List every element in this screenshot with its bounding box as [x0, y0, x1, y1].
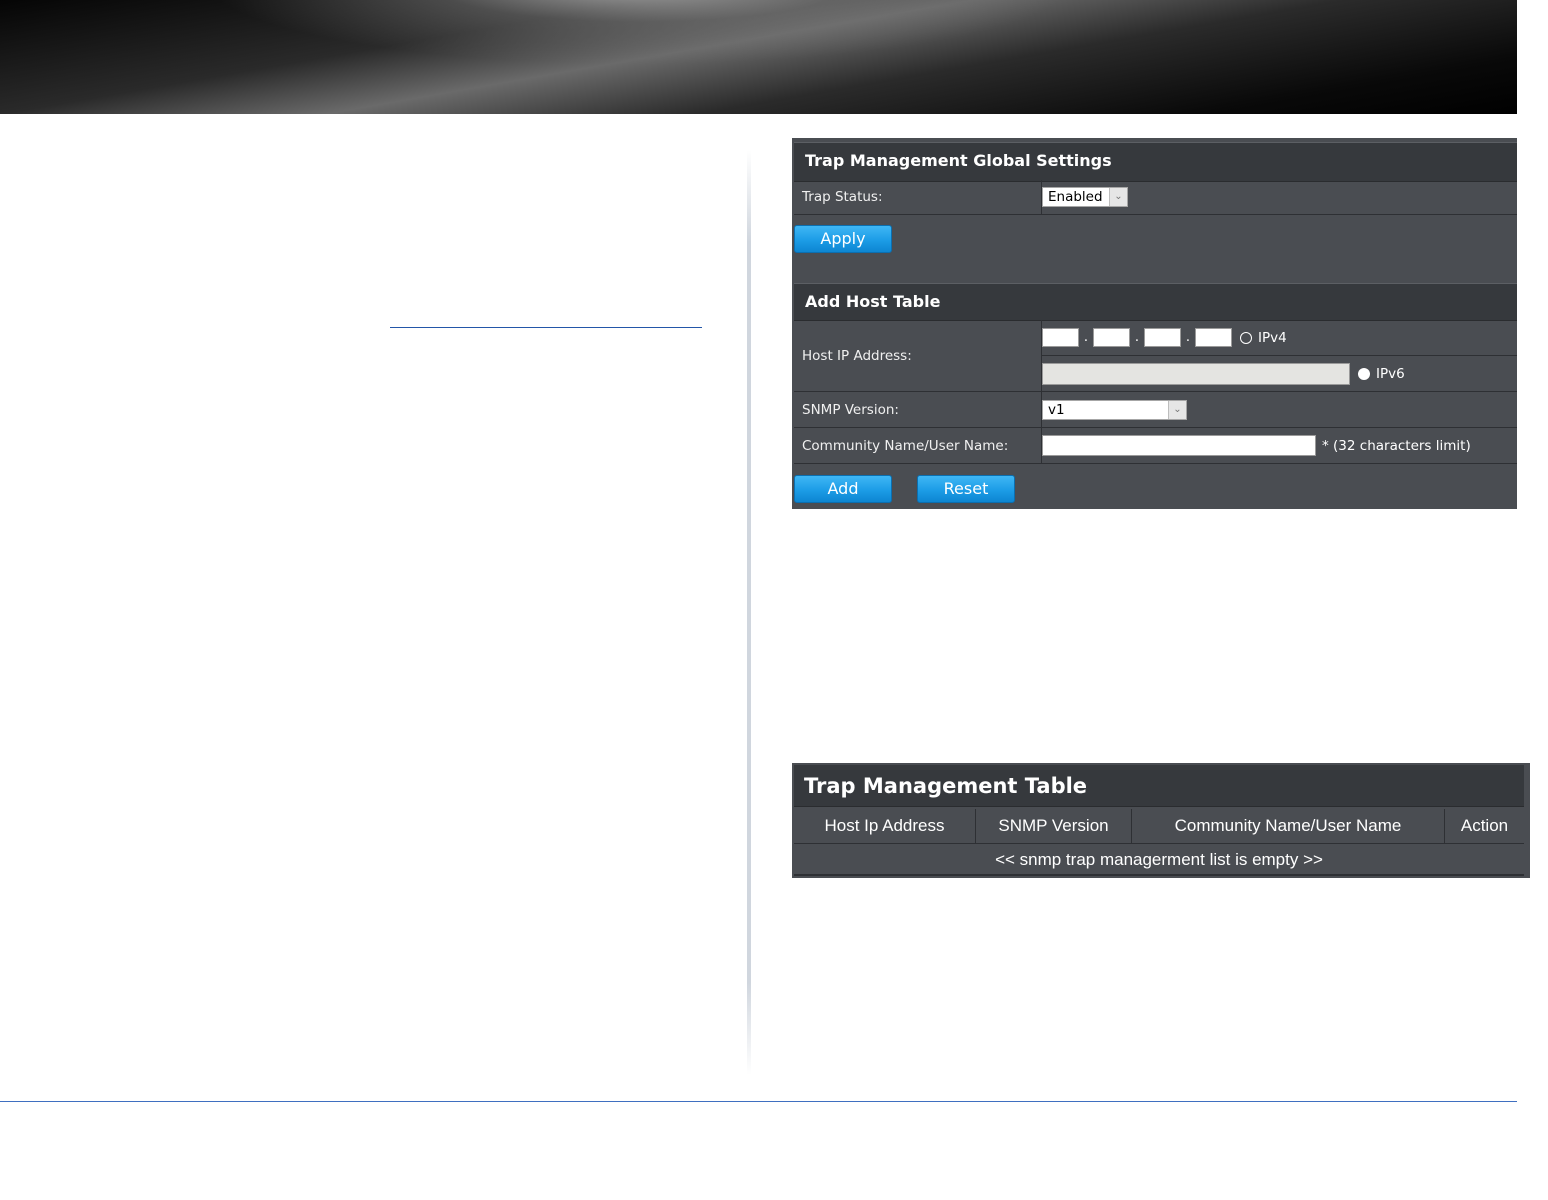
trap-status-label: Trap Status:	[794, 180, 1042, 214]
column-divider	[747, 150, 751, 1075]
reset-button[interactable]: Reset	[917, 475, 1015, 503]
host-ip-row: Host IP Address: . . . IPv4 IPv6	[794, 320, 1517, 392]
ip-separator: .	[1083, 330, 1089, 345]
ip-separator: .	[1134, 330, 1140, 345]
trap-table-title: Trap Management Table	[794, 765, 1524, 807]
trap-status-value: Enabled	[1048, 189, 1103, 205]
ipv4-octet-1[interactable]	[1042, 328, 1079, 347]
ipv4-line: . . . IPv4	[1042, 320, 1517, 356]
ipv4-octet-3[interactable]	[1144, 328, 1181, 347]
snmp-version-select[interactable]: v1 ⌄	[1042, 399, 1187, 420]
page-banner	[0, 0, 1517, 114]
community-row: Community Name/User Name: * (32 characte…	[794, 428, 1517, 464]
apply-button[interactable]: Apply	[794, 225, 892, 253]
host-ip-label: Host IP Address:	[794, 320, 1042, 391]
community-limit-note: * (32 characters limit)	[1322, 437, 1471, 454]
trap-status-row: Trap Status: Enabled ⌄	[794, 180, 1517, 215]
ipv6-input[interactable]	[1042, 362, 1350, 385]
ip-separator: .	[1185, 330, 1191, 345]
chevron-down-icon: ⌄	[1109, 188, 1127, 206]
trap-table-header: Host Ip Address SNMP Version Community N…	[794, 809, 1524, 844]
ipv4-label: IPv4	[1258, 329, 1287, 346]
trap-status-select[interactable]: Enabled ⌄	[1042, 187, 1128, 207]
col-snmp-version: SNMP Version	[976, 809, 1132, 843]
trap-settings-panel: Trap Management Global Settings Trap Sta…	[792, 138, 1517, 509]
add-button[interactable]: Add	[794, 475, 892, 503]
ipv6-radio[interactable]	[1358, 367, 1370, 380]
community-input[interactable]	[1042, 435, 1316, 456]
chevron-down-icon: ⌄	[1168, 400, 1186, 419]
col-action: Action	[1460, 816, 1509, 835]
add-host-title: Add Host Table	[794, 283, 1517, 321]
col-community: Community Name/User Name	[1132, 809, 1445, 843]
trap-table-empty-message: << snmp trap managerment list is empty >…	[794, 844, 1524, 876]
footer-divider	[0, 1101, 1517, 1102]
snmp-version-value: v1	[1048, 401, 1065, 418]
trap-management-table: Trap Management Table Host Ip Address SN…	[792, 763, 1530, 878]
ipv6-label: IPv6	[1376, 365, 1405, 382]
ipv4-octet-2[interactable]	[1093, 328, 1130, 347]
ipv4-radio[interactable]	[1240, 331, 1252, 344]
snmp-version-row: SNMP Version: v1 ⌄	[794, 392, 1517, 428]
snmp-version-label: SNMP Version:	[794, 392, 1042, 427]
community-label: Community Name/User Name:	[794, 428, 1042, 463]
global-settings-title: Trap Management Global Settings	[794, 142, 1517, 182]
hyperlink-underline[interactable]	[390, 327, 702, 328]
ipv4-octet-4[interactable]	[1195, 328, 1232, 347]
col-host-ip: Host Ip Address	[794, 809, 976, 843]
ipv6-line: IPv6	[1042, 356, 1517, 391]
